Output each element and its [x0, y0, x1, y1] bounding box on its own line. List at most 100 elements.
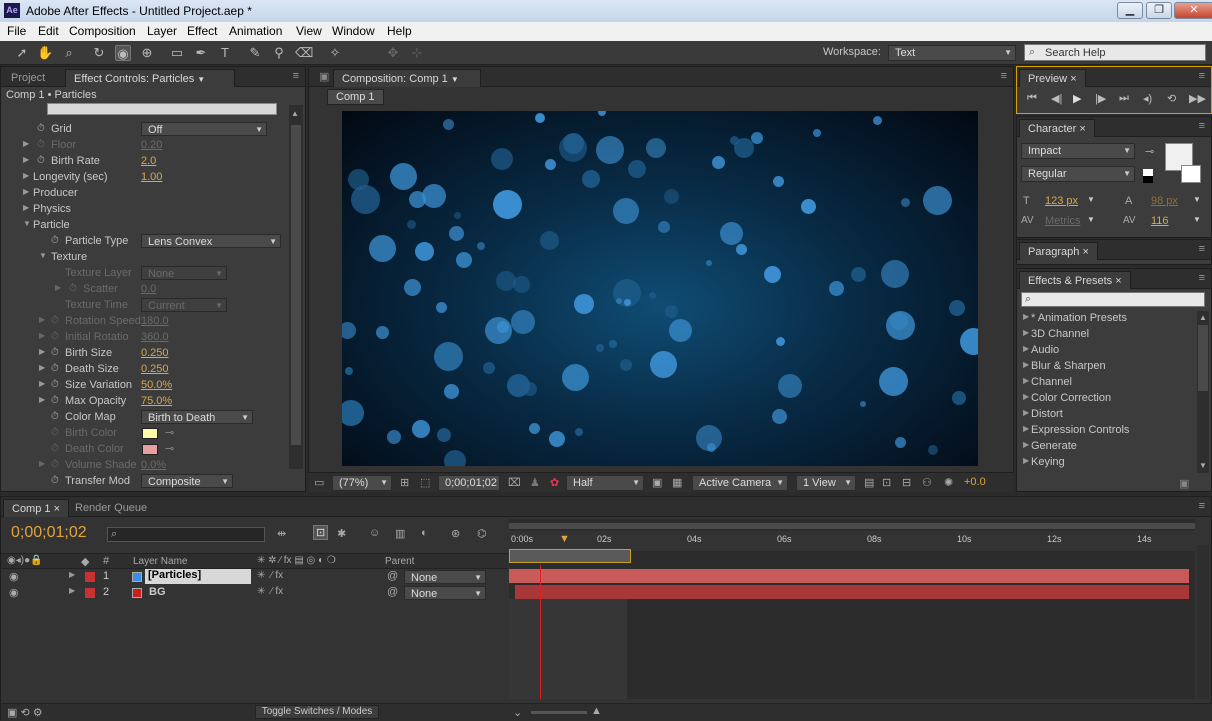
parent-header[interactable]: Parent [385, 556, 414, 567]
panel-menu-icon[interactable]: ≡ [1001, 70, 1007, 82]
view-layout-dropdown[interactable]: 1 View ▼ [796, 475, 856, 491]
workspace-dropdown[interactable]: Text ▼ [888, 45, 1016, 61]
texture-layer-dropdown[interactable]: None ▼ [141, 266, 227, 280]
clone-stamp-tool-icon[interactable]: ⚲ [271, 45, 287, 61]
prop-value[interactable]: 0.0% [141, 459, 166, 471]
expand-triangle-icon[interactable]: ▶ [1023, 440, 1029, 449]
prop-physics[interactable]: ▶ Physics [1, 202, 305, 218]
scrollbar-thumb[interactable] [1198, 325, 1208, 391]
type-tool-icon[interactable]: T [217, 45, 233, 61]
current-time-line[interactable] [540, 565, 541, 699]
expand-triangle-icon[interactable]: ▶ [23, 203, 29, 212]
stopwatch-icon[interactable]: ⏱ [37, 139, 45, 150]
roto-brush-tool-icon[interactable]: ✧ [327, 45, 343, 61]
menu-effect[interactable]: Effect [187, 24, 217, 38]
stopwatch-icon[interactable]: ⏱ [51, 475, 59, 486]
expand-triangle-icon[interactable]: ▶ [1023, 344, 1029, 353]
close-tab-icon[interactable]: × [1082, 246, 1088, 258]
reset-exposure-icon[interactable]: ✺ [944, 476, 953, 489]
layer-label-color[interactable] [85, 572, 95, 582]
stopwatch-icon[interactable]: ⏱ [51, 395, 59, 406]
scroll-down-icon[interactable]: ▼ [1199, 461, 1207, 470]
lock-icon[interactable]: ▣ [319, 70, 329, 83]
chevron-down-icon[interactable]: ▼ [1087, 195, 1095, 204]
expand-triangle-icon[interactable]: ▶ [23, 139, 29, 148]
expand-triangle-icon[interactable]: ▶ [1023, 376, 1029, 385]
always-preview-icon[interactable]: ▭ [314, 476, 324, 489]
list-item[interactable]: ▶ * Animation Presets [1017, 311, 1195, 327]
first-frame-icon[interactable]: ⏮ [1027, 92, 1037, 105]
panel-menu-icon[interactable]: ≡ [1199, 243, 1205, 255]
list-item[interactable]: ▶ Color Correction [1017, 391, 1195, 407]
motion-blur-icon[interactable]: ◐ [421, 527, 428, 539]
collapse-triangle-icon[interactable]: ▼ [23, 219, 31, 228]
expand-triangle-icon[interactable]: ▶ [1023, 328, 1029, 337]
font-family-dropdown[interactable]: Impact ▼ [1021, 143, 1135, 159]
rectangle-tool-icon[interactable]: ▭ [169, 45, 185, 61]
expand-triangle-icon[interactable]: ▶ [23, 187, 29, 196]
tab-character[interactable]: Character × [1019, 119, 1095, 137]
graph-editor-icon[interactable]: ⌬ [477, 527, 487, 540]
prop-value[interactable]: 360.0 [141, 331, 169, 343]
panel-menu-icon[interactable]: ≡ [1199, 120, 1205, 132]
visibility-eye-icon[interactable]: ◉ [9, 586, 19, 599]
expand-triangle-icon[interactable]: ▶ [39, 459, 45, 468]
effects-search-input[interactable]: ⌕ [1021, 292, 1205, 307]
visibility-eye-icon[interactable]: ◉ [9, 570, 19, 583]
effects-scrollbar[interactable]: ▲ ▼ [1197, 311, 1209, 473]
menu-layer[interactable]: Layer [147, 24, 177, 38]
expand-triangle-icon[interactable]: ▶ [23, 171, 29, 180]
expand-triangle-icon[interactable]: ▶ [1023, 456, 1029, 465]
snapshot-icon[interactable]: ⌧ [508, 476, 521, 489]
white-swatch[interactable] [1143, 169, 1153, 176]
panel-menu-icon[interactable]: ≡ [1199, 272, 1205, 284]
hand-tool-icon[interactable]: ✋ [37, 45, 53, 61]
stopwatch-icon[interactable]: ⏱ [51, 459, 59, 470]
previous-frame-icon[interactable]: ◀| [1051, 92, 1062, 105]
table-row[interactable]: ◉ ▶ 1 [Particles] ✳ ⁄ fx @ None ▼ [1, 569, 508, 585]
black-swatch[interactable] [1143, 176, 1153, 183]
label-column-icon[interactable]: ◆ [81, 555, 89, 568]
expand-triangle-icon[interactable]: ▶ [23, 155, 29, 164]
play-icon[interactable]: ▶ [1073, 92, 1081, 105]
layer-bar-particles[interactable] [509, 569, 1189, 583]
puppet-overlap-icon[interactable]: ⊹ [409, 45, 425, 61]
expand-triangle-icon[interactable]: ▶ [39, 379, 45, 388]
search-help-input[interactable]: ⌕ Search Help [1024, 44, 1206, 61]
comp-mini-flowchart-icon[interactable]: ⇹ [277, 527, 286, 540]
frame-blending-icon[interactable]: ▥ [395, 527, 405, 540]
loop-icon[interactable]: ⟲ [1167, 92, 1176, 105]
stopwatch-icon[interactable]: ⏱ [51, 315, 59, 326]
flowchart-icon[interactable]: ⚇ [922, 476, 932, 489]
list-item[interactable]: ▶ Generate [1017, 439, 1195, 455]
menu-help[interactable]: Help [387, 24, 412, 38]
stopwatch-icon[interactable]: ⏱ [51, 411, 59, 422]
region-of-interest-icon[interactable]: ▣ [652, 476, 662, 489]
menu-file[interactable]: File [7, 24, 26, 38]
rotate-tool-icon[interactable]: ↻ [91, 45, 107, 61]
expand-triangle-icon[interactable]: ▶ [1023, 392, 1029, 401]
show-snapshot-icon[interactable]: ♟ [530, 476, 540, 489]
menu-animation[interactable]: Animation [229, 24, 282, 38]
panel-menu-icon[interactable]: ≡ [293, 70, 299, 82]
zoom-tool-icon[interactable]: ⌕ [61, 45, 77, 61]
parent-dropdown[interactable]: None ▼ [404, 586, 486, 600]
channel-icon[interactable]: ✿ [550, 476, 559, 489]
chevron-down-icon[interactable]: ▼ [1087, 215, 1095, 224]
layer-name-header[interactable]: Layer Name [133, 556, 187, 567]
expand-triangle-icon[interactable]: ▶ [1023, 408, 1029, 417]
close-tab-icon[interactable]: × [54, 503, 60, 515]
eyedropper-icon[interactable]: ⊸ [1145, 145, 1154, 158]
stopwatch-icon[interactable]: ⏱ [51, 427, 59, 438]
prop-value[interactable]: 50.0% [141, 379, 172, 391]
next-frame-icon[interactable]: |▶ [1095, 92, 1106, 105]
color-map-dropdown[interactable]: Birth to Death ▼ [141, 410, 253, 424]
prop-value[interactable]: 0.0 [141, 283, 156, 295]
kerning-value[interactable]: Metrics [1045, 215, 1080, 227]
leading-value[interactable]: 98 px [1151, 195, 1178, 207]
prop-value[interactable]: 75.0% [141, 395, 172, 407]
composition-canvas[interactable] [342, 111, 978, 466]
tab-comp1-timeline[interactable]: Comp 1 × [3, 499, 70, 517]
draft-3d-icon[interactable]: ✱ [337, 527, 346, 540]
death-color-swatch[interactable] [142, 444, 158, 455]
